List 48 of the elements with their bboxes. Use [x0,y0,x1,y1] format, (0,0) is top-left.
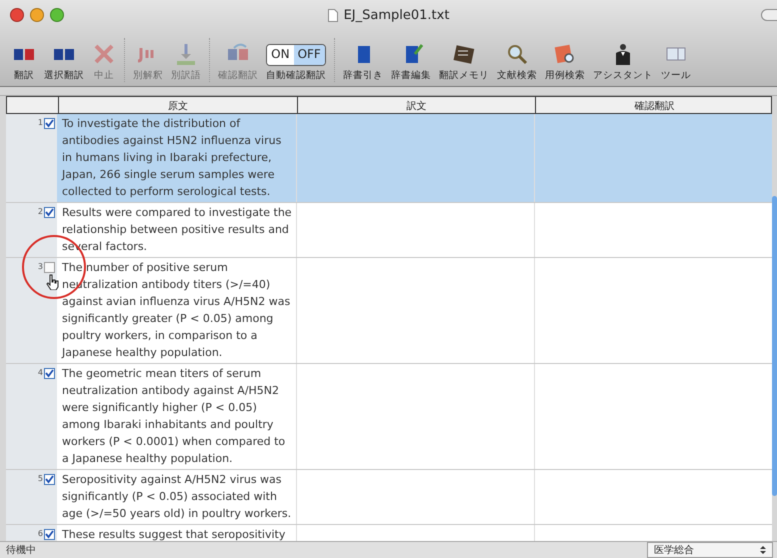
toolbar-label[interactable]: 用例検索 [545,69,585,82]
dictionary-select[interactable]: 医学総合 [647,542,773,558]
column-header[interactable]: 原文 [58,97,297,113]
table-row[interactable] [6,364,772,470]
source-text: To investigate the distribution of antibodies against H5N2 influenza virus in humans living in Ibaraki prefecture, Japan, 266 single serum samples were collected to perform serological tests. [60,116,282,200]
checkbox[interactable] [44,262,55,273]
search-icon [505,42,529,66]
row-number: 2 [38,207,43,217]
switch-option[interactable]: OFF [294,45,325,65]
row-number: 6 [38,529,43,539]
checkbox[interactable] [44,207,55,218]
checkbox[interactable] [44,474,55,485]
row-number: 5 [38,474,43,484]
column-header[interactable]: 確認翻訳 [535,97,772,113]
toolbar-label[interactable]: ツール [661,69,691,82]
table-row[interactable] [6,258,772,364]
toolbar-label[interactable]: 文献検索 [497,69,537,82]
x-icon [92,42,116,66]
stepper-icon [760,545,766,555]
on-off-switch[interactable]: ON OFF [266,44,326,66]
checkbox[interactable] [44,529,55,540]
checkbox[interactable] [44,368,55,379]
hand-cursor-icon [46,274,60,290]
toolbar-label[interactable]: 辞書引き [343,69,383,82]
toolbar-label[interactable]: アシスタント [593,69,653,82]
toolbar-label[interactable]: 辞書編集 [391,69,431,82]
source-text: These results suggest that seropositivity [61,527,286,541]
source-text: The geometric mean titers of serum neutralization antibody against A/H5N2 were significantly higher (P < 0.05) among Ibaraki inhabitants and poultry workers (P < 0.0001) when compared to a Japanese healthy population. [61,366,286,467]
arrow-down-icon [174,42,198,66]
source-text: Seropositivity against A/H5N2 virus was significantly (P < 0.05) associated with age (>/=50 years old) in poultry workers. [61,472,292,522]
minimize-button[interactable] [30,8,44,22]
close-button[interactable] [10,8,24,22]
row-number: 3 [38,262,43,272]
document-icon [328,8,338,22]
toolbar-label[interactable]: 選択翻訳 [44,69,84,82]
row-number: 4 [38,368,43,378]
column-header[interactable]: 訳文 [297,97,535,113]
checkbox[interactable] [44,118,55,129]
status-text: 待機中 [5,544,36,557]
scroll-thumb[interactable] [772,196,777,496]
window-title: EJ_Sample01.txt [344,8,450,22]
toolbar-label[interactable]: 翻訳 [14,69,34,82]
toolbar-label[interactable]: 翻訳メモリ [439,69,489,82]
toolbar-label[interactable]: 自動確認翻訳 [266,69,326,82]
row-number: 1 [38,118,43,128]
table-row[interactable]: 5 Seropositivity against A/H5N2 virus was significantly (P < 0.05) associated with age (>/=50 years old) in poultry workers. [6,470,772,525]
table-row[interactable]: 1 To investigate the distribution of antibodies against H5N2 influenza virus in humans living in Ibaraki prefecture, Japan, 266 single serum samples were collected to perform serological tests. [6,114,772,203]
zoom-button[interactable] [50,8,64,22]
